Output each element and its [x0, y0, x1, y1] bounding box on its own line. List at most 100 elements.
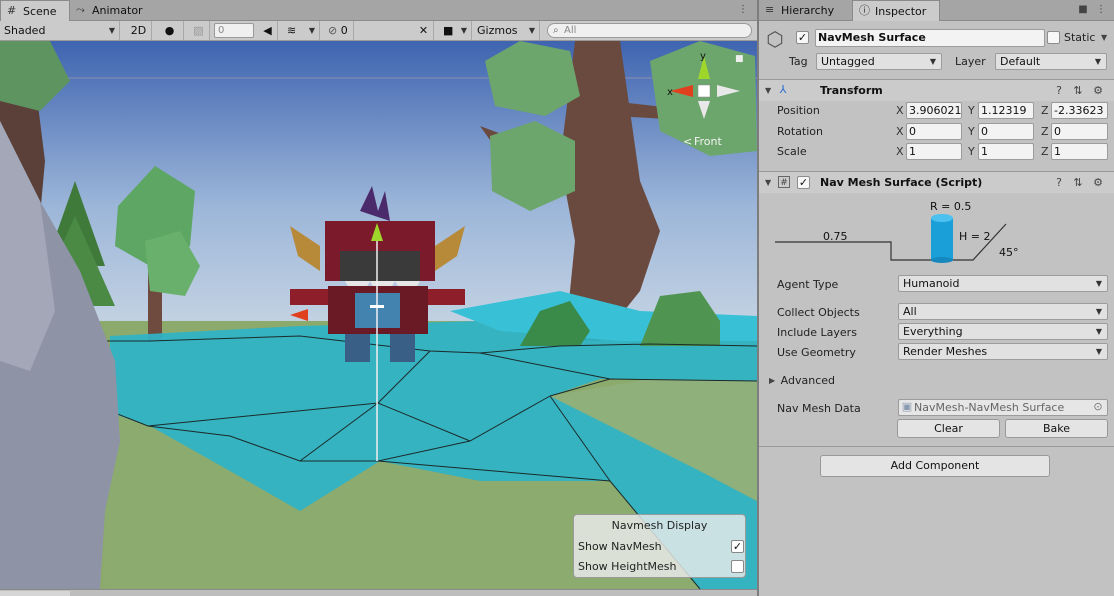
axis-y-label: Y	[968, 125, 975, 138]
hierarchy-icon: ≡	[765, 3, 775, 16]
search-placeholder: All	[564, 25, 577, 36]
scale-y-field[interactable]: 1	[978, 143, 1034, 160]
include-layers-value: Everything	[903, 325, 963, 338]
inspector-tabbar: ≡ Hierarchy ⓘ Inspector ■ ⋮	[759, 0, 1114, 21]
scene-toolbar: Shaded ▼ 2D ● ▨ 0 ◀ ≋ ▼ ⊘ 0 ✕ ■ ▼ Gizmos…	[0, 21, 757, 41]
rotation-x-field[interactable]: 0	[906, 123, 962, 140]
scale-x-value: 1	[909, 145, 916, 158]
scene-search-input[interactable]: ⌕ All	[547, 23, 752, 38]
add-component-button[interactable]: Add Component	[820, 455, 1050, 477]
shading-mode-dropdown[interactable]: Shaded ▼	[0, 21, 120, 40]
rotation-z-field[interactable]: 0	[1051, 123, 1108, 140]
show-heightmesh-checkbox[interactable]	[731, 560, 744, 573]
navmesh-display-title: Navmesh Display	[611, 519, 708, 532]
lighting-toggle-button[interactable]: ●	[156, 21, 184, 40]
gizmos-dropdown[interactable]: Gizmos ▼	[474, 21, 540, 40]
info-icon: ⓘ	[859, 4, 870, 17]
chevron-down-icon: ▼	[460, 26, 467, 35]
tab-scene-label: Scene	[23, 5, 57, 18]
chevron-down-icon[interactable]: ▼	[1101, 33, 1107, 42]
search-icon: ⌕	[553, 25, 559, 36]
scene-panel: # Scene ⤳ Animator ⋮ Shaded ▼ 2D ● ▨ 0 ◀…	[0, 0, 757, 596]
axis-z-label: Z	[1041, 104, 1049, 117]
show-navmesh-checkbox[interactable]: ✓	[731, 540, 744, 553]
position-y-value: 1.12319	[981, 104, 1027, 117]
clear-button[interactable]: Clear	[897, 419, 1000, 438]
panel-menu-icon[interactable]: ⋮	[1095, 4, 1107, 16]
static-checkbox[interactable]	[1047, 31, 1060, 44]
include-layers-dropdown[interactable]: Everything ▼	[898, 323, 1108, 340]
navmesh-surface-title: Nav Mesh Surface (Script)	[820, 176, 983, 189]
tab-inspector[interactable]: ⓘ Inspector	[852, 0, 940, 21]
axis-z-label: Z	[1041, 145, 1049, 158]
rotation-y-value: 0	[981, 125, 988, 138]
hidden-objects-toggle[interactable]: ⊘ 0	[324, 21, 354, 40]
transform-header[interactable]: ▼ ⅄ Transform ? ⇅ ⚙	[759, 79, 1114, 101]
lock-icon[interactable]: ■	[1077, 4, 1089, 16]
component-enabled-checkbox[interactable]: ✓	[797, 176, 810, 189]
object-name-field[interactable]: NavMesh Surface	[815, 29, 1045, 47]
show-heightmesh-label: Show HeightMesh	[578, 560, 677, 573]
tag-dropdown[interactable]: Untagged ▼	[816, 53, 942, 70]
use-geometry-label: Use Geometry	[777, 346, 856, 359]
2d-toggle-button[interactable]: 2D	[126, 21, 152, 40]
tab-scene[interactable]: # Scene	[0, 0, 70, 21]
axis-z-label: Z	[1041, 125, 1049, 138]
scrollbar-thumb[interactable]	[0, 591, 70, 596]
advanced-foldout[interactable]: ▶ Advanced	[769, 374, 835, 387]
image-effects-button[interactable]: ▨	[188, 21, 210, 40]
help-icon[interactable]: ?	[1053, 177, 1065, 189]
position-x-field[interactable]: 3.906021	[906, 102, 962, 119]
tab-animator[interactable]: ⤳ Animator	[70, 0, 160, 21]
2d-label: 2D	[130, 24, 147, 37]
tab-hierarchy[interactable]: ≡ Hierarchy	[759, 0, 851, 21]
active-checkbox[interactable]: ✓	[796, 31, 809, 44]
navmesh-surface-header[interactable]: ▼ # ✓ Nav Mesh Surface (Script) ? ⇅ ⚙	[759, 171, 1114, 193]
effects-dropdown[interactable]: ≋ ▼	[282, 21, 320, 40]
position-z-field[interactable]: -2.33623	[1051, 102, 1108, 119]
navmesh-data-label: Nav Mesh Data	[777, 402, 861, 415]
camera-dropdown[interactable]: ■ ▼	[438, 21, 472, 40]
transform-icon: ⅄	[779, 83, 787, 96]
help-icon[interactable]: ?	[1053, 85, 1065, 97]
foldout-arrow-icon: ▼	[765, 86, 772, 95]
gear-icon[interactable]: ⚙	[1092, 177, 1104, 189]
bake-button[interactable]: Bake	[1005, 419, 1108, 438]
scale-x-field[interactable]: 1	[906, 143, 962, 160]
collect-objects-dropdown[interactable]: All ▼	[898, 303, 1108, 320]
presets-icon[interactable]: ⇅	[1072, 177, 1084, 189]
bake-button-label: Bake	[1042, 422, 1071, 435]
animator-icon: ⤳	[76, 3, 85, 16]
agent-diagram-graphic	[775, 214, 1007, 263]
layer-dropdown[interactable]: Default ▼	[995, 53, 1107, 70]
tab-animator-label: Animator	[92, 4, 143, 17]
chevron-down-icon: ▼	[1095, 279, 1102, 288]
gizmo-view-label[interactable]: Front	[694, 135, 723, 148]
clear-button-label: Clear	[934, 422, 963, 435]
position-label: Position	[777, 104, 820, 117]
asset-icon: ▣	[901, 400, 913, 413]
navmesh-data-field[interactable]: ▣ NavMesh-NavMesh Surface ⊙	[898, 399, 1108, 416]
rotation-y-field[interactable]: 0	[978, 123, 1034, 140]
presets-icon[interactable]: ⇅	[1072, 85, 1084, 97]
effects-count-value: 0	[218, 25, 225, 36]
audio-toggle-button[interactable]: ◀	[258, 21, 278, 40]
agent-type-dropdown[interactable]: Humanoid ▼	[898, 275, 1108, 292]
chevron-down-icon: ▼	[108, 26, 115, 35]
scene-viewport[interactable]: y x ■ < Front Navmesh Display Show NavMe…	[0, 41, 757, 589]
rotation-x-value: 0	[909, 125, 916, 138]
position-y-field[interactable]: 1.12319	[978, 102, 1034, 119]
tools-button[interactable]: ✕	[414, 21, 434, 40]
chevron-down-icon: ▼	[308, 26, 315, 35]
collect-objects-value: All	[903, 305, 917, 318]
panel-menu-icon[interactable]: ⋮	[737, 4, 749, 16]
scale-z-field[interactable]: 1	[1051, 143, 1108, 160]
scene-horizontal-scrollbar[interactable]	[0, 589, 757, 596]
object-picker-icon[interactable]: ⊙	[1092, 401, 1104, 413]
use-geometry-dropdown[interactable]: Render Meshes ▼	[898, 343, 1108, 360]
divider	[759, 446, 1114, 447]
use-geometry-value: Render Meshes	[903, 345, 988, 358]
gear-icon[interactable]: ⚙	[1092, 85, 1104, 97]
effects-count-field[interactable]: 0	[214, 23, 254, 38]
wrench-icon: ✕	[418, 24, 429, 37]
